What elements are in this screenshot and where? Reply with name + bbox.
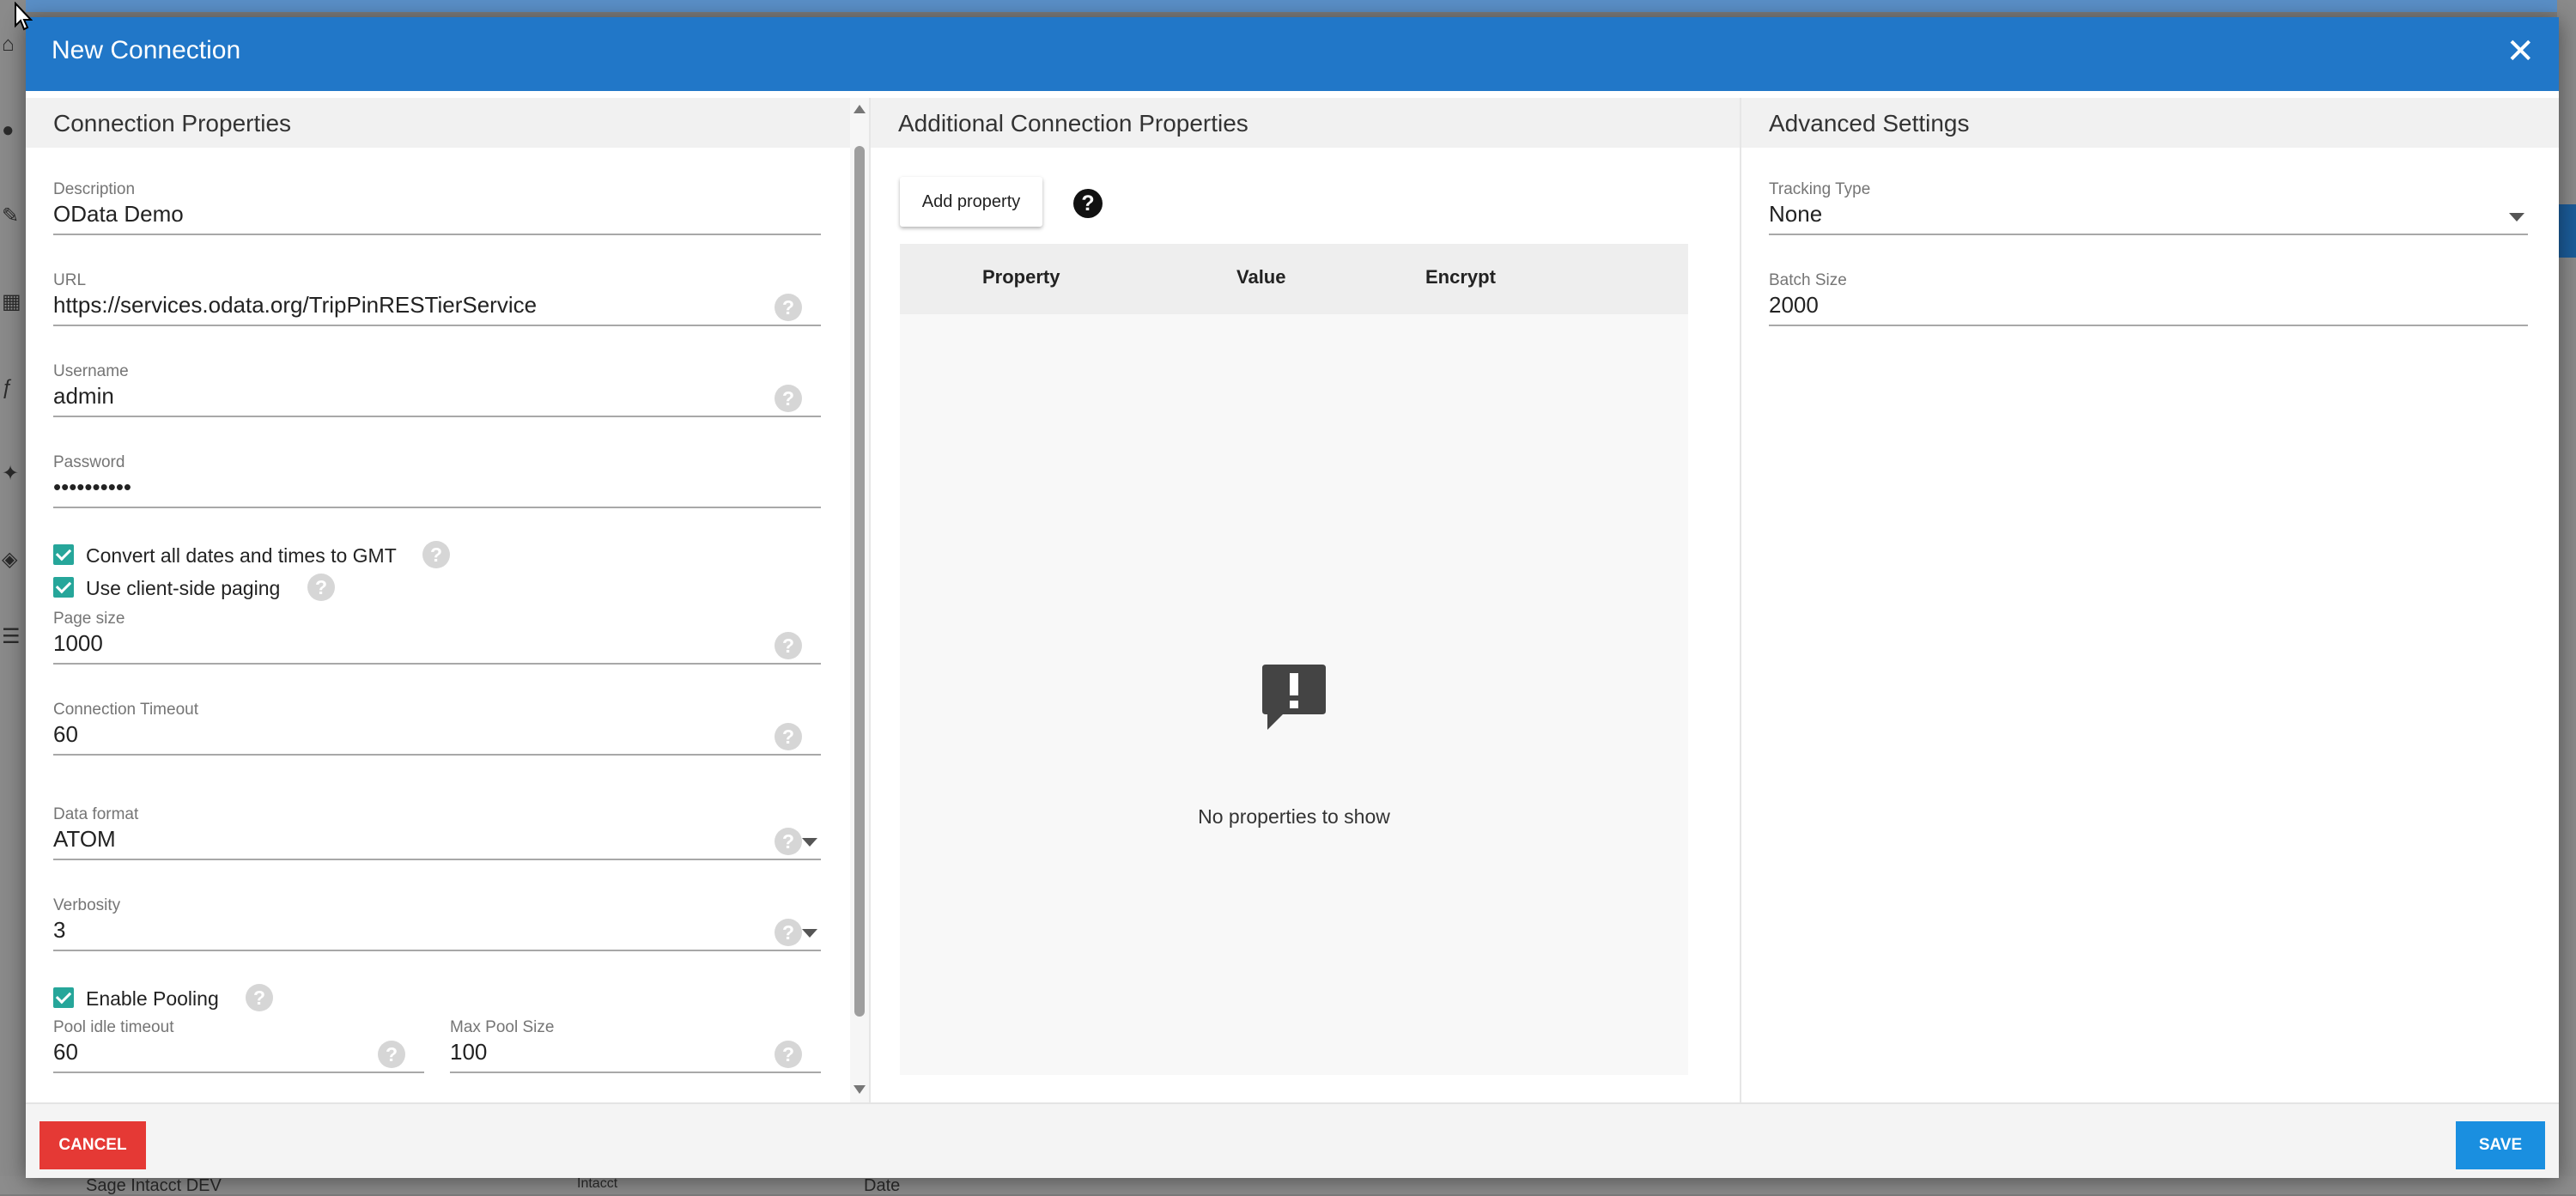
username-input[interactable]: admin [53,383,114,410]
home-icon: ⌂ [2,33,15,56]
settings-sliders-icon: ☰ [2,625,21,648]
page-size-help-icon[interactable]: ? [775,632,802,659]
additional-properties-panel: Additional Connection Properties Add pro… [869,98,1741,1102]
function-icon: ƒ [2,376,14,399]
connection-properties-panel: Connection Properties Description OData … [26,98,850,1102]
empty-properties-text: No properties to show [1198,805,1390,828]
dialog-title: New Connection [52,36,241,64]
advanced-settings-heading: Advanced Settings [1741,98,2559,148]
background-col-intacct: Intacct [577,1176,618,1191]
background-row-name: Sage Intacct DEV [86,1176,222,1195]
description-input[interactable]: OData Demo [53,201,184,228]
additional-properties-heading: Additional Connection Properties [871,98,1740,148]
password-input[interactable]: •••••••••• [53,474,131,501]
batch-size-input[interactable]: 2000 [1769,292,1819,319]
background-right-bar [2557,0,2576,1194]
pool-idle-timeout-help-icon[interactable]: ? [378,1041,405,1068]
mouse-cursor-icon [15,2,33,31]
column-header-value[interactable]: Value [1236,266,1285,288]
tracking-type-value[interactable]: None [1769,201,1822,228]
data-format-value[interactable]: ATOM [53,826,116,853]
advanced-settings-panel: Advanced Settings Tracking Type None Bat… [1741,98,2559,1102]
new-connection-dialog: New Connection ✕ Connection Properties D… [26,17,2559,1178]
background-left-nav: ⌂ ● ✎ ▦ ƒ ✦ ◈ ☰ [0,0,26,1194]
column-header-encrypt[interactable]: Encrypt [1425,266,1496,288]
convert-dates-checkbox[interactable]: Convert all dates and times to GMT ? [53,541,483,568]
url-help-icon[interactable]: ? [775,294,802,321]
save-button[interactable]: SAVE [2456,1121,2545,1169]
connection-timeout-input[interactable]: 60 [53,721,78,748]
checkbox-checked-icon[interactable] [53,577,74,598]
cancel-button[interactable]: CANCEL [39,1121,146,1169]
checkbox-checked-icon[interactable] [53,987,74,1008]
chevron-down-icon[interactable] [802,929,817,938]
dialog-header: New Connection ✕ [26,17,2559,91]
connection-timeout-help-icon[interactable]: ? [775,723,802,750]
properties-table-body: No properties to show [900,314,1688,1075]
page-size-input[interactable]: 1000 [53,630,103,657]
empty-message-icon [1262,665,1326,730]
layers-icon: ◈ [2,548,18,571]
calendar-icon: ▦ [2,290,21,313]
enable-pooling-checkbox[interactable]: Enable Pooling ? [53,984,311,1011]
chevron-down-icon[interactable] [802,838,817,847]
dialog-footer: CANCEL SAVE [26,1102,2559,1178]
background-top-bar [0,0,2576,12]
max-pool-size-help-icon[interactable]: ? [775,1041,802,1068]
scrollbar-thumb[interactable] [854,146,865,1017]
scroll-up-arrow-icon[interactable] [854,105,866,113]
verbosity-value[interactable]: 3 [53,917,65,944]
properties-table-header: Property Value Encrypt [900,244,1688,314]
chevron-down-icon[interactable] [2509,213,2524,222]
verbosity-help-icon[interactable]: ? [775,919,802,946]
username-help-icon[interactable]: ? [775,385,802,412]
tools-icon: ✦ [2,462,20,485]
column-header-property[interactable]: Property [982,266,1060,288]
connection-properties-heading: Connection Properties [26,98,850,148]
enable-pooling-help-icon[interactable]: ? [246,984,273,1011]
connections-icon: ● [2,118,15,142]
connection-properties-scrollbar[interactable] [850,98,869,1102]
add-property-button[interactable]: Add property [900,177,1042,227]
max-pool-size-input[interactable]: 100 [450,1039,487,1065]
data-format-help-icon[interactable]: ? [775,828,802,855]
edit-icon: ✎ [2,204,20,228]
checkbox-checked-icon[interactable] [53,544,74,565]
background-col-date: Date [864,1176,901,1195]
add-property-help-icon[interactable]: ? [1073,189,1103,218]
background-row: Sage Intacct DEV Intacct Date [0,1176,2576,1195]
scroll-down-arrow-icon[interactable] [854,1085,866,1094]
close-icon[interactable]: ✕ [2506,34,2535,69]
convert-dates-help-icon[interactable]: ? [422,541,450,568]
pool-idle-timeout-input[interactable]: 60 [53,1039,78,1065]
background-right-tab [2557,204,2576,258]
url-input[interactable]: https://services.odata.org/TripPinRESTie… [53,292,537,319]
client-paging-checkbox[interactable]: Use client-side paging ? [53,574,397,601]
client-paging-help-icon[interactable]: ? [307,574,335,601]
